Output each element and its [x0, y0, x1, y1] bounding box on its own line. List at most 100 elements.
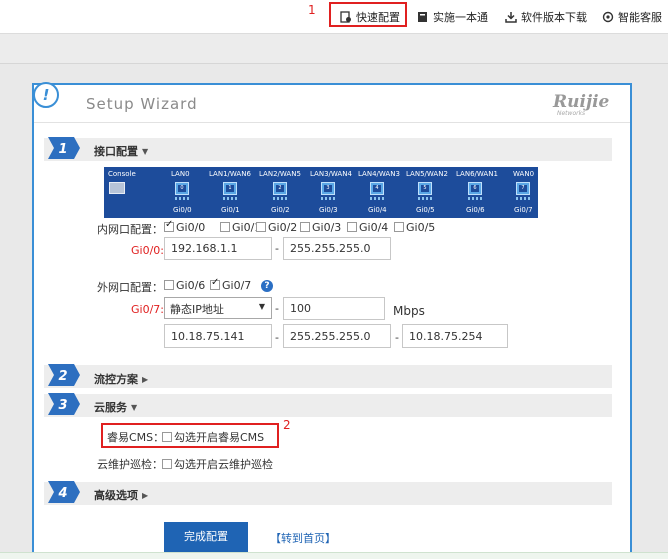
ruijie-logo: Ruijie [553, 92, 610, 112]
lan-option-label: Gi0/0 [176, 221, 206, 234]
port-number: 5 [421, 185, 429, 192]
ethernet-port-icon[interactable]: 0 [175, 182, 189, 195]
separator-dash: - [275, 331, 279, 344]
wan-interface-label: Gi0/7: [131, 303, 164, 316]
wan-mode-select[interactable]: 静态IP地址 ▼ [164, 297, 272, 319]
go-home-link[interactable]: 【转到首页】 [270, 530, 336, 546]
port-label-5: LAN5/WAN2 [406, 170, 448, 178]
smart-service-link[interactable]: 智能客服 [602, 8, 662, 28]
section-title-flow-label: 流控方案 [94, 373, 138, 386]
download-icon [505, 12, 517, 23]
wan-option-label: Gi0/6 [176, 279, 206, 292]
port-label-6: LAN6/WAN1 [456, 170, 498, 178]
checkbox-icon[interactable] [394, 222, 404, 232]
port-name-0: Gi0/0 [173, 206, 192, 214]
ethernet-port-icon[interactable]: 2 [273, 182, 287, 195]
step-1-chevron-icon: 1 [48, 137, 80, 159]
sub-header-bar [0, 34, 668, 64]
console-label: Console [108, 170, 136, 178]
wan-checkbox-gi0-6[interactable]: Gi0/6 [164, 279, 205, 292]
lan-mask-input[interactable] [283, 237, 391, 260]
section-title-flow-control[interactable]: 流控方案 ▶ [94, 371, 148, 387]
one-stop-guide-link[interactable]: 实施一本通 [417, 8, 488, 28]
lan-option-label: Gi0/2 [268, 221, 298, 234]
alert-icon: ! [33, 82, 59, 108]
console-port-icon [109, 182, 125, 194]
checkbox-icon[interactable] [164, 280, 174, 290]
bottom-status-strip [0, 552, 668, 559]
lan-checkbox-gi0-0[interactable]: Gi0/0 [164, 219, 206, 234]
checkbox-icon[interactable] [220, 222, 230, 232]
checkbox-icon[interactable] [162, 432, 172, 442]
checkbox-icon[interactable] [256, 222, 266, 232]
checkbox-icon[interactable] [347, 222, 357, 232]
headset-icon [602, 11, 614, 23]
help-icon[interactable]: ? [261, 280, 273, 292]
patrol-checkbox[interactable]: 勾选开启云维护巡检 [162, 456, 273, 472]
section-title-cloud[interactable]: 云服务 ▼ [94, 399, 137, 415]
lan-checkbox-gi0-4[interactable]: Gi0/4 [347, 221, 388, 234]
quick-config-label: 快速配置 [356, 11, 400, 24]
port-led [273, 197, 287, 200]
lan-checkbox-gi0-5[interactable]: Gi0/5 [394, 221, 435, 234]
patrol-option-label: 勾选开启云维护巡检 [174, 458, 273, 471]
checkbox-checked-icon[interactable] [164, 219, 174, 232]
lan-checkbox-gi0-3[interactable]: Gi0/3 [300, 221, 341, 234]
finish-config-button[interactable]: 完成配置 [164, 522, 248, 552]
port-number: 0 [178, 185, 186, 192]
ethernet-port-icon[interactable]: 3 [321, 182, 335, 195]
step-3-number: 3 [58, 398, 67, 413]
port-name-2: Gi0/2 [271, 206, 290, 214]
software-download-link[interactable]: 软件版本下载 [505, 8, 587, 28]
wan-config-label: 外网口配置： [97, 281, 163, 294]
wan-mode-value: 静态IP地址 [170, 303, 224, 316]
port-number: 2 [276, 185, 284, 192]
ethernet-port-icon[interactable]: 1 [223, 182, 237, 195]
section-title-advanced-label: 高级选项 [94, 489, 138, 502]
checkbox-icon[interactable] [300, 222, 310, 232]
lan-interface-label: Gi0/0: [131, 244, 164, 257]
step-3-chevron-icon: 3 [48, 393, 80, 415]
bandwidth-unit: Mbps [393, 304, 425, 318]
ethernet-port-icon[interactable]: 5 [418, 182, 432, 195]
section-title-interface-label: 接口配置 [94, 145, 138, 158]
step-4-number: 4 [57, 486, 67, 501]
lan-checkbox-gi0-2[interactable]: Gi0/2 [256, 221, 297, 234]
port-label-1: LAN1/WAN6 [209, 170, 251, 178]
wan-mask-input[interactable] [283, 324, 391, 348]
ethernet-port-icon[interactable]: 4 [370, 182, 384, 195]
step-2-chevron-icon: 2 [48, 364, 80, 386]
ethernet-port-icon[interactable]: 7 [516, 182, 530, 195]
config-icon [340, 11, 351, 23]
quick-config-link[interactable]: 快速配置 [340, 8, 400, 28]
wan-ip-input[interactable] [164, 324, 272, 348]
lan-ip-input[interactable] [164, 237, 272, 260]
port-led [321, 197, 335, 200]
separator-dash: - [395, 331, 399, 344]
section-title-advanced[interactable]: 高级选项 ▶ [94, 487, 148, 503]
checkbox-checked-icon[interactable] [210, 277, 220, 290]
step-1-number: 1 [58, 142, 67, 157]
step-2-number: 2 [58, 369, 67, 384]
port-label-7: WAN0 [513, 170, 535, 178]
lan-option-label: Gi0/5 [406, 221, 436, 234]
port-number: 6 [471, 185, 479, 192]
ethernet-port-icon[interactable]: 6 [468, 182, 482, 195]
bandwidth-input[interactable] [283, 297, 385, 320]
wan-gateway-input[interactable] [402, 324, 508, 348]
section-title-interface[interactable]: 接口配置 ▼ [94, 143, 148, 159]
port-led [516, 197, 530, 200]
port-led [468, 197, 482, 200]
wan-checkbox-gi0-7[interactable]: Gi0/7 [210, 277, 251, 292]
port-led [418, 197, 432, 200]
patrol-label: 云维护巡检： [97, 458, 163, 471]
book-icon [418, 12, 427, 22]
lan-option-label: Gi0/3 [312, 221, 342, 234]
panel-divider [34, 122, 630, 123]
port-label-3: LAN3/WAN4 [310, 170, 352, 178]
checkbox-icon[interactable] [162, 459, 172, 469]
cms-checkbox[interactable]: 勾选开启睿易CMS [162, 429, 264, 445]
port-label-4: LAN4/WAN3 [358, 170, 400, 178]
separator-dash: - [275, 302, 279, 315]
port-name-3: Gi0/3 [319, 206, 338, 214]
